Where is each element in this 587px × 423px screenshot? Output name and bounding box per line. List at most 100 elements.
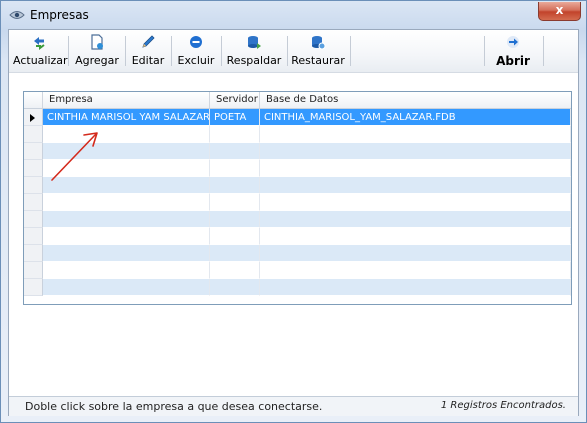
cell-servidor[interactable]: POETA xyxy=(210,109,260,126)
cell-empresa[interactable] xyxy=(43,177,210,194)
cell-empresa[interactable] xyxy=(43,160,210,177)
record-count: 1 Registros Encontrados. xyxy=(440,400,566,411)
cell-base-datos[interactable] xyxy=(260,194,571,211)
new-document-icon xyxy=(91,34,103,50)
table-row[interactable] xyxy=(24,262,571,279)
pencil-icon xyxy=(142,35,155,48)
row-indicator xyxy=(24,262,43,279)
editar-label: Editar xyxy=(131,54,165,67)
cell-servidor[interactable] xyxy=(210,245,260,262)
table-row[interactable] xyxy=(24,143,571,160)
column-header-base-datos[interactable]: Base de Datos xyxy=(260,92,571,108)
row-indicator xyxy=(24,211,43,228)
restaurar-button[interactable]: Restaurar xyxy=(290,32,346,70)
row-indicator xyxy=(24,160,43,177)
cell-servidor[interactable] xyxy=(210,143,260,160)
cell-base-datos[interactable] xyxy=(260,228,571,245)
actualizar-label: Actualizar xyxy=(13,54,68,67)
cell-base-datos[interactable] xyxy=(260,211,571,228)
toolbar-separator xyxy=(484,36,485,66)
cell-empresa[interactable] xyxy=(43,262,210,279)
toolbar-separator xyxy=(171,36,172,66)
row-pointer-icon xyxy=(30,114,35,122)
cell-empresa[interactable] xyxy=(43,211,210,228)
app-eye-icon xyxy=(9,11,25,19)
cell-servidor[interactable] xyxy=(210,279,260,296)
cell-servidor[interactable] xyxy=(210,262,260,279)
agregar-button[interactable]: Agregar xyxy=(72,32,122,70)
table-row[interactable] xyxy=(24,245,571,262)
open-arrow-icon xyxy=(507,36,519,48)
table-row[interactable] xyxy=(24,279,571,296)
cell-base-datos[interactable] xyxy=(260,126,571,143)
row-indicator xyxy=(24,245,43,262)
cell-servidor[interactable] xyxy=(210,160,260,177)
toolbar-separator xyxy=(125,36,126,66)
cell-base-datos[interactable] xyxy=(260,262,571,279)
actualizar-button[interactable]: Actualizar xyxy=(13,32,68,70)
row-indicator xyxy=(24,126,43,143)
abrir-label: Abrir xyxy=(496,54,530,68)
status-bar: Doble click sobre la empresa a que desea… xyxy=(9,396,578,416)
grid-header: Empresa Servidor Base de Datos xyxy=(24,92,571,109)
remove-circle-icon xyxy=(190,36,202,48)
toolbar-separator xyxy=(350,36,351,66)
database-backup-icon xyxy=(248,36,261,49)
table-row[interactable] xyxy=(24,228,571,245)
row-indicator xyxy=(24,109,43,126)
column-header-servidor[interactable]: Servidor xyxy=(210,92,260,108)
cell-empresa[interactable] xyxy=(43,194,210,211)
abrir-button[interactable]: Abrir xyxy=(487,32,539,70)
title-bar[interactable]: Empresas x xyxy=(1,1,586,29)
cell-empresa[interactable] xyxy=(43,279,210,296)
table-row[interactable] xyxy=(24,194,571,211)
column-header-empresa[interactable]: Empresa xyxy=(43,92,210,108)
cell-servidor[interactable] xyxy=(210,211,260,228)
row-indicator xyxy=(24,228,43,245)
editar-button[interactable]: Editar xyxy=(128,32,168,70)
client-area: Actualizar Agregar Editar Excluir Respal… xyxy=(8,29,579,416)
cell-base-datos[interactable] xyxy=(260,160,571,177)
table-row[interactable]: CINTHIA MARISOL YAM SALAZAR POETA CINTHI… xyxy=(24,109,571,126)
excluir-button[interactable]: Excluir xyxy=(174,32,218,70)
table-row[interactable] xyxy=(24,160,571,177)
excluir-label: Excluir xyxy=(177,54,215,67)
toolbar-separator xyxy=(68,36,69,66)
row-indicator xyxy=(24,177,43,194)
table-row[interactable] xyxy=(24,177,571,194)
cell-servidor[interactable] xyxy=(210,228,260,245)
cell-empresa[interactable] xyxy=(43,228,210,245)
cell-empresa[interactable] xyxy=(43,143,210,160)
status-hint: Doble click sobre la empresa a que desea… xyxy=(25,400,323,413)
window-title: Empresas xyxy=(30,8,89,22)
cell-servidor[interactable] xyxy=(210,194,260,211)
cell-empresa[interactable] xyxy=(43,245,210,262)
empresas-window: Empresas x Actualizar Agregar Editar Exc… xyxy=(0,0,587,423)
cell-base-datos[interactable] xyxy=(260,177,571,194)
table-row[interactable] xyxy=(24,211,571,228)
respaldar-button[interactable]: Respaldar xyxy=(224,32,284,70)
cell-base-datos[interactable] xyxy=(260,143,571,160)
respaldar-label: Respaldar xyxy=(226,54,282,67)
row-indicator xyxy=(24,143,43,160)
cell-base-datos[interactable] xyxy=(260,245,571,262)
header-indicator-cell xyxy=(24,92,43,108)
table-row[interactable] xyxy=(24,126,571,143)
cell-base-datos[interactable]: CINTHIA_MARISOL_YAM_SALAZAR.FDB xyxy=(260,109,571,126)
toolbar-separator xyxy=(221,36,222,66)
refresh-arrows-icon xyxy=(34,37,45,50)
cell-servidor[interactable] xyxy=(210,177,260,194)
cell-servidor[interactable] xyxy=(210,126,260,143)
restaurar-label: Restaurar xyxy=(291,54,345,67)
empresas-grid[interactable]: Empresa Servidor Base de Datos CINTHIA M… xyxy=(23,91,572,305)
toolbar-separator xyxy=(287,36,288,66)
cell-empresa[interactable] xyxy=(43,126,210,143)
cell-base-datos[interactable] xyxy=(260,279,571,296)
toolbar: Actualizar Agregar Editar Excluir Respal… xyxy=(9,30,578,73)
close-button[interactable]: x xyxy=(538,2,581,21)
database-restore-icon xyxy=(312,36,326,50)
toolbar-separator xyxy=(543,36,544,66)
cell-empresa[interactable]: CINTHIA MARISOL YAM SALAZAR xyxy=(43,109,210,126)
row-indicator xyxy=(24,279,43,296)
agregar-label: Agregar xyxy=(75,54,119,67)
